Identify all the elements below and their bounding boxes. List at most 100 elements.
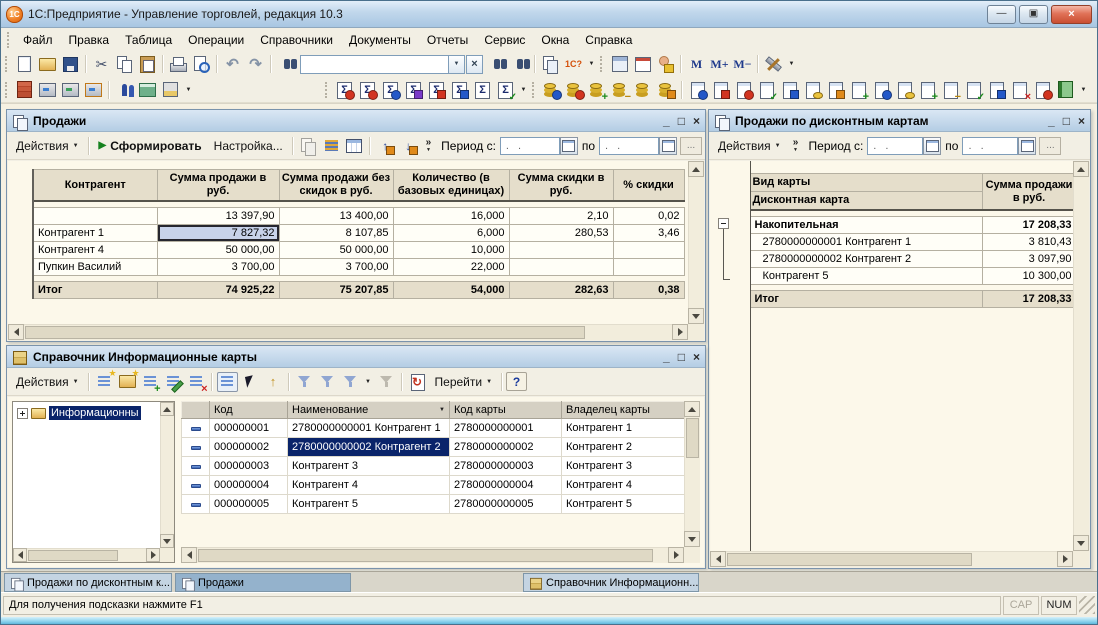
cell-name[interactable]: Контрагент 4 (33, 241, 157, 258)
cell-card-code[interactable]: 2780000000004 (450, 476, 562, 495)
maximize-icon[interactable]: □ (678, 351, 685, 363)
calendar-button[interactable] (659, 137, 677, 155)
resize-grip[interactable] (1079, 596, 1095, 614)
minimize-icon[interactable]: _ (663, 115, 670, 127)
vendor-order-icon[interactable] (564, 80, 585, 100)
period-to-input[interactable]: . . (962, 137, 1018, 155)
cell-card[interactable]: 2780000000002 Контрагент 2 (750, 250, 982, 267)
cell-code[interactable]: 000000005 (210, 495, 288, 514)
search-clear-button[interactable]: × (466, 55, 483, 74)
open-file-icon[interactable] (37, 54, 58, 74)
report-output-icon[interactable] (298, 136, 319, 156)
minimize-icon[interactable]: _ (663, 351, 670, 363)
total-sum-no-disc[interactable]: 75 207,85 (279, 281, 393, 298)
settings-button[interactable]: Настройка... (208, 137, 289, 155)
trade-doc-16-icon[interactable] (1032, 80, 1053, 100)
trade-doc-14-icon[interactable] (986, 80, 1007, 100)
pos-terminal-icon[interactable] (160, 80, 181, 100)
save-icon[interactable] (60, 54, 81, 74)
check-report-icon[interactable]: Σ (495, 80, 516, 100)
new-document-icon[interactable] (14, 54, 35, 74)
cell-sum[interactable]: 10 300,00 (982, 267, 1076, 284)
horizontal-scrollbar[interactable] (8, 324, 688, 340)
menubar-grip[interactable] (7, 32, 12, 48)
search-input[interactable] (300, 55, 448, 74)
trade-doc-3-icon[interactable] (733, 80, 754, 100)
close-icon[interactable]: × (693, 115, 700, 127)
generate-button[interactable]: ▶Сформировать (93, 137, 208, 155)
cell-name[interactable]: 2780000000001 Контрагент 1 (288, 419, 450, 438)
debts-report-icon[interactable]: Σ (426, 80, 447, 100)
toolbar-overflow-button[interactable]: »▼ (789, 138, 803, 153)
docs-more-icon[interactable]: ▼ (1078, 80, 1089, 100)
statement-report-icon[interactable]: Σ (403, 80, 424, 100)
report-levels-icon[interactable] (321, 136, 342, 156)
cell-code[interactable]: 000000003 (210, 457, 288, 476)
memory-m-plus-icon[interactable]: M+ (709, 54, 730, 74)
cell-code[interactable]: 000000002 (210, 438, 288, 457)
customers-report-icon[interactable]: Σ (380, 80, 401, 100)
payment-in-icon[interactable] (633, 80, 654, 100)
paste-icon[interactable] (137, 54, 158, 74)
delete-item-icon[interactable] (186, 372, 207, 392)
calendar-button[interactable] (923, 137, 941, 155)
col-header-owner[interactable]: Владелец карты (562, 402, 688, 419)
fiscal-printer-icon[interactable] (83, 80, 104, 100)
filter-settings-icon[interactable] (340, 372, 361, 392)
col-header-code[interactable]: Код (210, 402, 288, 419)
cell-card-code[interactable]: 2780000000005 (450, 495, 562, 514)
help-1c-icon[interactable]: 1С? (563, 54, 584, 74)
find-next-icon[interactable] (486, 54, 507, 74)
calendar-icon[interactable] (632, 54, 653, 74)
cell-sum-no-disc[interactable]: 8 107,85 (279, 224, 393, 241)
add-folder-icon[interactable] (117, 372, 138, 392)
cell-name[interactable]: Контрагент 4 (288, 476, 450, 495)
payment-out-icon[interactable] (656, 80, 677, 100)
col-header-card-code[interactable]: Код карты (450, 402, 562, 419)
edit-item-icon[interactable] (163, 372, 184, 392)
stock-report-icon[interactable]: Σ (449, 80, 470, 100)
calendar-button[interactable] (560, 137, 578, 155)
cell-name[interactable]: Контрагент 5 (288, 495, 450, 514)
purchases-report-icon[interactable]: Σ (357, 80, 378, 100)
cell-owner[interactable]: Контрагент 5 (562, 495, 688, 514)
period-from-input[interactable]: . . (867, 137, 923, 155)
cell-discount-pct[interactable]: 3,46 (613, 224, 684, 241)
money-table-icon[interactable] (137, 80, 158, 100)
toolbar-grip[interactable] (600, 56, 605, 72)
trade-doc-7-icon[interactable] (825, 80, 846, 100)
tab-directory[interactable]: Справочник Информационн... (523, 573, 699, 592)
trade-doc-1-icon[interactable] (687, 80, 708, 100)
vertical-scrollbar[interactable] (1073, 161, 1089, 551)
tools-more-icon[interactable]: ▼ (786, 54, 797, 74)
cell-owner[interactable]: Контрагент 2 (562, 438, 688, 457)
menu-help[interactable]: Справка (577, 30, 640, 50)
collapse-groups-icon[interactable]: ↓ (398, 136, 419, 156)
period-from-input[interactable]: . . (500, 137, 560, 155)
cell-card-code[interactable]: 2780000000003 (450, 457, 562, 476)
go-to-button[interactable]: Перейти▼ (429, 373, 499, 391)
total-sum[interactable]: 74 925,22 (157, 281, 279, 298)
cash-receipt-icon[interactable] (587, 80, 608, 100)
trade-doc-15-icon[interactable] (1009, 80, 1030, 100)
price-list-icon[interactable] (1055, 80, 1076, 100)
sales-window-titlebar[interactable]: Продажи _ □ × (7, 110, 705, 132)
cell-owner[interactable]: Контрагент 3 (562, 457, 688, 476)
cell-sum-no-disc[interactable]: 3 700,00 (279, 258, 393, 275)
close-icon[interactable]: × (693, 351, 700, 363)
cell-discount[interactable]: 2,10 (509, 207, 613, 224)
col-header-icon[interactable] (182, 402, 210, 419)
cell-owner[interactable]: Контрагент 4 (562, 476, 688, 495)
total-discount-pct[interactable]: 0,38 (613, 281, 684, 298)
cell-sum[interactable]: 3 810,43 (982, 233, 1076, 250)
cell-qty[interactable]: 10,000 (393, 241, 509, 258)
find-icon[interactable] (276, 54, 297, 74)
tree-item-root[interactable]: Информационны (13, 402, 174, 420)
cash-expense-icon[interactable] (610, 80, 631, 100)
report-settings-table-icon[interactable] (344, 136, 365, 156)
trade-more-icon[interactable]: ▼ (183, 80, 194, 100)
cell-sum-no-disc[interactable]: 50 000,00 (279, 241, 393, 258)
filter-by-value-icon[interactable] (317, 372, 338, 392)
close-button[interactable]: × (1051, 5, 1092, 24)
menu-reports[interactable]: Отчеты (419, 30, 476, 50)
